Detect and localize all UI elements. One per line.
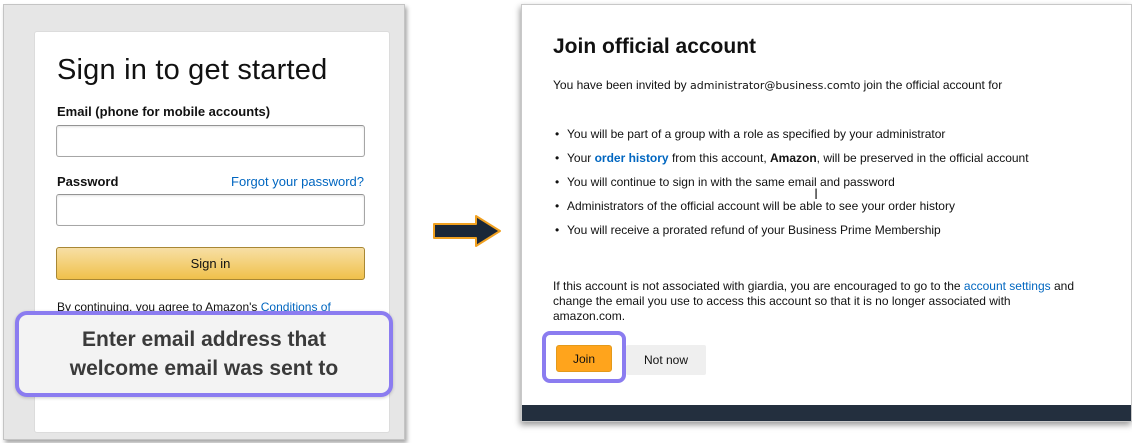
list-item: • Your order history from this account, A… — [555, 151, 1029, 165]
signin-button[interactable]: Sign in — [56, 247, 365, 280]
right-arrow-icon — [433, 215, 501, 247]
password-input[interactable] — [56, 194, 365, 226]
callout-line-2: welcome email was sent to — [69, 357, 339, 380]
email-input[interactable] — [56, 125, 365, 157]
bullet-text: Administrators of the official account w… — [567, 199, 955, 213]
footer-paragraph: If this account is not associated with g… — [553, 279, 1083, 324]
invite-prefix: You have been invited by — [553, 78, 690, 92]
email-label: Email (phone for mobile accounts) — [57, 104, 271, 119]
account-name: Amazon — [769, 151, 817, 165]
join-title: Join official account — [553, 35, 757, 58]
forgot-password-link[interactable]: Forgot your password? — [231, 174, 364, 189]
list-item: • You will be part of a group with a role… — [555, 127, 946, 141]
invite-line: You have been invited by administrator@b… — [553, 78, 1002, 92]
order-history-link[interactable]: order history — [595, 151, 669, 165]
join-account-screenshot-frame: Join official account You have been invi… — [521, 4, 1132, 422]
bullet-text: You will receive a prorated refund of yo… — [567, 223, 941, 237]
password-label: Password — [57, 174, 119, 189]
invite-email: administrator@business.com — [690, 79, 851, 92]
footer-bar — [522, 405, 1131, 421]
email-callout: Enter email address that welcome email w… — [15, 311, 393, 397]
list-item: • Administrators of the official account … — [555, 199, 955, 213]
not-now-button[interactable]: Not now — [626, 345, 706, 375]
text-cursor-icon: I — [814, 187, 819, 203]
benefits-list: • You will be part of a group with a role… — [553, 127, 1098, 247]
join-button[interactable]: Join — [556, 345, 612, 372]
account-settings-link[interactable]: account settings — [964, 279, 1051, 293]
bullet-suffix: , will be preserved in the official acco… — [816, 151, 1029, 165]
bullet-middle: from this account, — [668, 151, 770, 165]
callout-line-1: Enter email address that — [82, 328, 326, 351]
signin-screenshot-frame: Sign in to get started Email (phone for … — [3, 4, 405, 440]
list-item: • You will receive a prorated refund of y… — [555, 223, 941, 237]
footer-prefix: If this account is not associated with g… — [553, 279, 964, 293]
bullet-prefix: Your — [567, 151, 595, 165]
signin-title: Sign in to get started — [57, 54, 328, 86]
invite-suffix: to join the official account for — [850, 78, 1003, 92]
list-item: • You will continue to sign in with the s… — [555, 175, 895, 189]
bullet-text: You will continue to sign in with the sa… — [567, 175, 895, 189]
bullet-text: You will be part of a group with a role … — [567, 127, 946, 141]
join-callout-highlight: Join — [542, 331, 626, 383]
